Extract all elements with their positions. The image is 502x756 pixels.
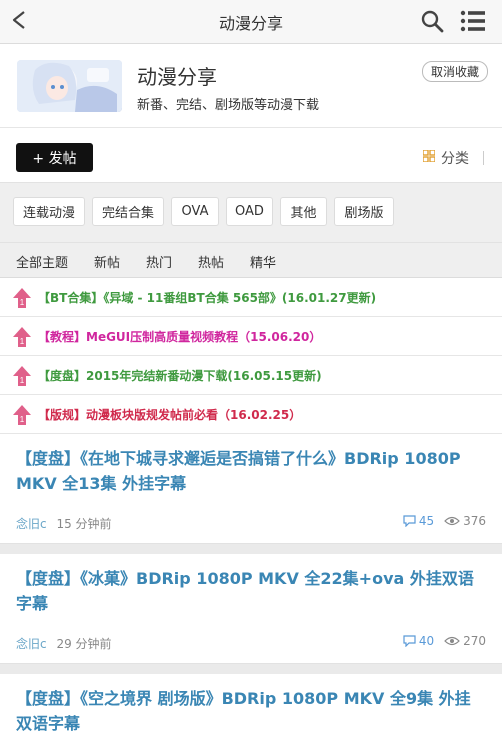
tab-digest[interactable]: 精华 xyxy=(250,252,276,271)
thread-time: 15 分钟前 xyxy=(56,517,112,531)
unfavorite-button[interactable]: 取消收藏 xyxy=(421,61,488,82)
forum-thumbnail xyxy=(17,60,122,112)
tab-hot[interactable]: 热帖 xyxy=(198,252,224,271)
grid-icon xyxy=(422,149,436,166)
reply-count-value: 40 xyxy=(418,634,435,648)
thread-author[interactable]: 念旧c xyxy=(16,517,47,531)
pin-up-icon: 1 xyxy=(12,404,32,426)
page-title: 动漫分享 xyxy=(218,13,283,33)
thread-card[interactable]: 【度盘】《空之境界 剧场版》BDRip 1080P MKV 全9集 外挂双语字幕 xyxy=(0,674,502,756)
sticky-title: 【教程】MeGUI压制高质量视频教程（15.06.20） xyxy=(38,329,322,344)
reply-count: 40 xyxy=(403,634,434,648)
chip-ova[interactable]: OVA xyxy=(171,197,219,226)
forum-header: 动漫分享 新番、完结、剧场版等动漫下载 取消收藏 xyxy=(0,44,502,128)
divider xyxy=(0,544,502,554)
forum-name: 动漫分享 xyxy=(137,65,217,89)
eye-icon xyxy=(444,516,460,526)
svg-text:1: 1 xyxy=(20,298,25,307)
svg-text:1: 1 xyxy=(20,415,25,424)
pin-up-icon: 1 xyxy=(12,287,32,309)
chip-movie[interactable]: 剧场版 xyxy=(334,197,394,226)
chip-oad[interactable]: OAD xyxy=(226,197,273,226)
comment-icon xyxy=(403,635,416,647)
comment-icon xyxy=(403,515,416,527)
divider xyxy=(483,151,484,165)
svg-text:1: 1 xyxy=(20,376,25,385)
thread-time: 29 分钟前 xyxy=(56,637,112,651)
category-chips: 连载动漫 完结合集 OVA OAD 其他 剧场版 xyxy=(0,183,502,242)
sticky-title: 【BT合集】《异域 - 11番组BT合集 565部》(16.01.27更新) xyxy=(38,290,377,305)
menu-icon[interactable] xyxy=(460,9,486,33)
sticky-title: 【版规】动漫板块版规发帖前必看（16.02.25） xyxy=(38,407,302,422)
search-icon[interactable] xyxy=(420,9,444,33)
thread-stats: 45 376 xyxy=(403,514,486,528)
eye-icon xyxy=(444,636,460,646)
divider xyxy=(0,664,502,674)
new-post-button[interactable]: + 发帖 xyxy=(16,143,93,172)
thread-card[interactable]: 【度盘】《冰菓》BDRip 1080P MKV 全22集+ova 外挂双语字幕 … xyxy=(0,554,502,664)
tab-popular[interactable]: 热门 xyxy=(146,252,172,271)
sticky-item[interactable]: 1 【教程】MeGUI压制高质量视频教程（15.06.20） xyxy=(0,317,502,356)
reply-count: 45 xyxy=(403,514,434,528)
post-bar: + 发帖 分类 xyxy=(0,128,502,183)
top-bar: 动漫分享 xyxy=(0,0,502,44)
thread-title[interactable]: 【度盘】《冰菓》BDRip 1080P MKV 全22集+ova 外挂双语字幕 xyxy=(16,566,486,616)
sticky-list: 1 【BT合集】《异域 - 11番组BT合集 565部》(16.01.27更新)… xyxy=(0,278,502,434)
thread-meta: 念旧c 15 分钟前 xyxy=(16,515,112,532)
reply-count-value: 45 xyxy=(418,514,435,528)
view-count: 376 xyxy=(444,514,486,528)
view-count-value: 376 xyxy=(463,514,486,528)
pin-up-icon: 1 xyxy=(12,365,32,387)
chip-serial[interactable]: 连载动漫 xyxy=(13,197,85,226)
view-count-value: 270 xyxy=(463,634,486,648)
view-count: 270 xyxy=(444,634,486,648)
thread-meta: 念旧c 29 分钟前 xyxy=(16,635,112,652)
pin-up-icon: 1 xyxy=(12,326,32,348)
sticky-item[interactable]: 1 【BT合集】《异域 - 11番组BT合集 565部》(16.01.27更新) xyxy=(0,278,502,317)
back-icon[interactable] xyxy=(8,9,30,31)
sticky-item[interactable]: 1 【度盘】2015年完结新番动漫下载(16.05.15更新) xyxy=(0,356,502,395)
tab-new[interactable]: 新帖 xyxy=(94,252,120,271)
sticky-title: 【度盘】2015年完结新番动漫下载(16.05.15更新) xyxy=(38,368,322,383)
chip-other[interactable]: 其他 xyxy=(280,197,327,226)
sticky-item[interactable]: 1 【版规】动漫板块版规发帖前必看（16.02.25） xyxy=(0,395,502,434)
chip-complete[interactable]: 完结合集 xyxy=(92,197,164,226)
forum-description: 新番、完结、剧场版等动漫下载 xyxy=(137,98,320,113)
thread-card[interactable]: 【度盘】《在地下城寻求邂逅是否搞错了什么》BDRip 1080P MKV 全13… xyxy=(0,434,502,544)
thread-title[interactable]: 【度盘】《空之境界 剧场版》BDRip 1080P MKV 全9集 外挂双语字幕 xyxy=(16,686,486,736)
tab-all[interactable]: 全部主题 xyxy=(16,252,68,271)
category-button[interactable]: 分类 xyxy=(422,148,484,168)
thread-title[interactable]: 【度盘】《在地下城寻求邂逅是否搞错了什么》BDRip 1080P MKV 全13… xyxy=(16,446,486,496)
thread-stats: 40 270 xyxy=(403,634,486,648)
svg-text:1: 1 xyxy=(20,337,25,346)
thread-tabs: 全部主题 新帖 热门 热帖 精华 xyxy=(0,242,502,278)
category-label: 分类 xyxy=(441,151,469,167)
thread-author[interactable]: 念旧c xyxy=(16,637,47,651)
